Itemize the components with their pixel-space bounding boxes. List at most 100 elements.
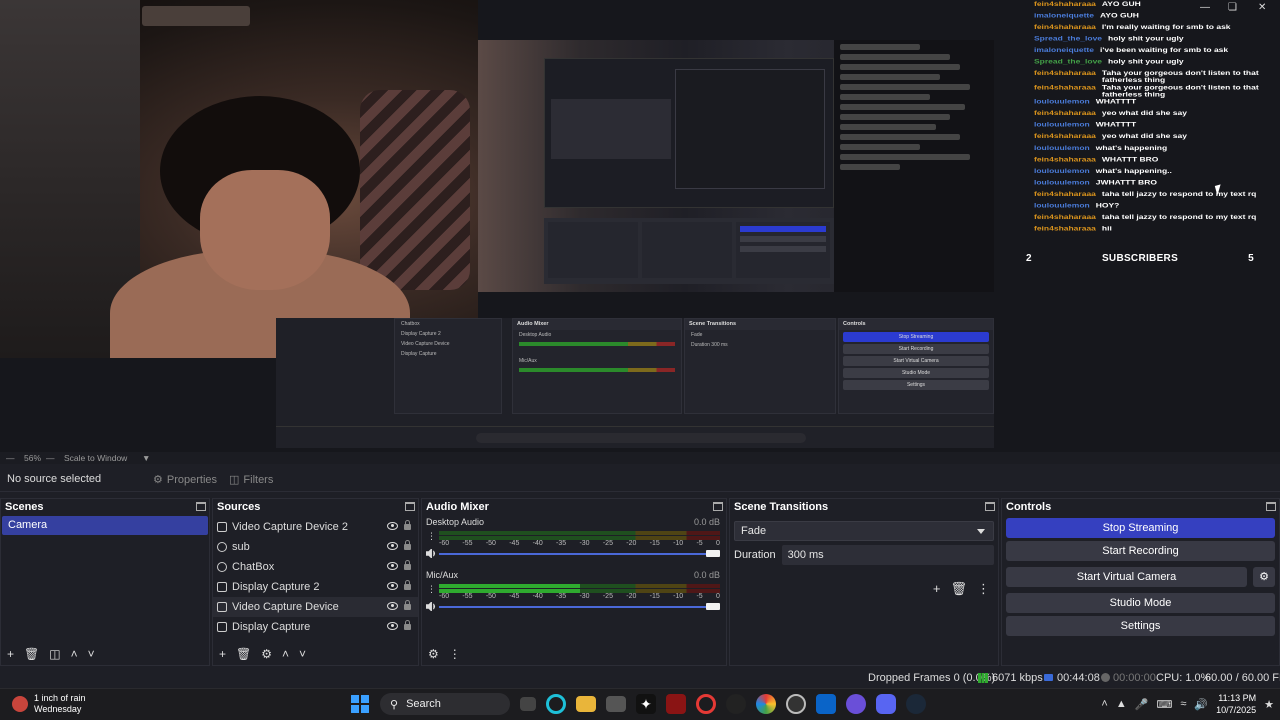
visibility-eye-icon[interactable] (387, 542, 398, 550)
capcut-icon[interactable]: ✦ (636, 694, 656, 714)
weather-widget[interactable]: 1 inch of rain Wednesday (12, 693, 86, 715)
volume-icon[interactable]: 🔊 (1194, 698, 1208, 711)
chat-text: i've been waiting for smb to ask (1099, 46, 1229, 54)
visibility-eye-icon[interactable] (387, 622, 398, 630)
chat-text: holy shit your ugly (1108, 57, 1184, 65)
visibility-eye-icon[interactable] (387, 582, 398, 590)
discord-icon[interactable] (876, 694, 896, 714)
close-icon[interactable]: ✕ (1258, 2, 1266, 13)
add-scene-icon[interactable]: + (7, 647, 14, 661)
source-item[interactable]: Video Capture Device 2 (213, 517, 418, 537)
undock-icon[interactable] (196, 502, 206, 511)
mixer-settings-icon[interactable]: ⚙ (428, 647, 439, 661)
start-recording-button[interactable]: Start Recording (1006, 541, 1275, 561)
chat-username: fein4shaharaaa (1034, 109, 1096, 117)
channel-menu-icon[interactable]: ⋮ (427, 531, 436, 542)
zoom-dropdown-icon[interactable]: ▼ (142, 452, 150, 464)
stop-streaming-button[interactable]: Stop Streaming (1006, 518, 1275, 538)
teams-icon[interactable] (846, 694, 866, 714)
restore-icon[interactable]: ❏ (1228, 2, 1237, 13)
source-item[interactable]: sub (213, 537, 418, 557)
add-source-icon[interactable]: + (219, 647, 226, 661)
microphone-icon[interactable]: 🎤 (1135, 698, 1149, 711)
visibility-eye-icon[interactable] (387, 562, 398, 570)
app-dark-icon[interactable] (726, 694, 746, 714)
lock-icon[interactable] (404, 560, 411, 570)
opera-icon[interactable] (696, 694, 716, 714)
zoom-minus-icon[interactable]: — (6, 452, 15, 464)
zoom-plus-icon[interactable]: — (46, 452, 55, 464)
move-down-icon[interactable]: ˅ (88, 647, 95, 661)
chevron-up-icon[interactable]: ˄ (1101, 698, 1107, 710)
undock-icon[interactable] (1266, 502, 1276, 511)
move-up-icon[interactable]: ˄ (71, 647, 78, 661)
meter-tick-label: -15 (649, 540, 660, 547)
file-explorer-icon[interactable] (576, 696, 596, 712)
obs-icon[interactable] (786, 694, 806, 714)
source-properties-icon[interactable]: ⚙ (261, 647, 272, 661)
transition-menu-icon[interactable]: ⋮ (977, 581, 990, 597)
notification-icon[interactable]: ★ (1264, 698, 1274, 711)
chat-username: loulouulemon (1034, 120, 1090, 129)
filters-button[interactable]: ◫ Filters (222, 471, 280, 489)
volume-slider[interactable] (439, 550, 720, 557)
virtual-camera-settings-icon[interactable]: ⚙ (1253, 567, 1275, 587)
speaker-icon[interactable] (426, 549, 437, 558)
undock-icon[interactable] (405, 502, 415, 511)
undock-icon[interactable] (713, 502, 723, 511)
chat-text: WHATTTT (1095, 120, 1137, 129)
channel-menu-icon[interactable]: ⋮ (427, 584, 436, 595)
keyboard-icon[interactable]: ⌨ (1156, 698, 1172, 711)
source-item[interactable]: Video Capture Device (213, 597, 418, 617)
store-icon[interactable] (606, 696, 626, 712)
move-up-icon[interactable]: ˄ (282, 647, 289, 661)
visibility-eye-icon[interactable] (387, 602, 398, 610)
transition-select[interactable]: Fade (734, 521, 994, 541)
chrome-icon[interactable] (756, 694, 776, 714)
taskbar-search[interactable]: ⚲ Search (380, 693, 510, 715)
task-view-icon[interactable] (520, 697, 536, 711)
remove-transition-icon[interactable]: 🗑 (950, 581, 967, 597)
start-virtual-camera-button[interactable]: Start Virtual Camera (1006, 567, 1247, 587)
studio-mode-button[interactable]: Studio Mode (1006, 593, 1275, 613)
speaker-icon[interactable] (426, 602, 437, 611)
duration-input[interactable]: 300 ms (781, 545, 994, 565)
lock-icon[interactable] (404, 620, 411, 630)
add-transition-icon[interactable]: + (933, 581, 941, 597)
preview-canvas[interactable]: Chatbox Display Capture 2 Video Capture De… (0, 0, 1280, 452)
source-name: Display Capture 2 (232, 581, 320, 593)
lock-icon[interactable] (404, 580, 411, 590)
steam-icon[interactable] (906, 694, 926, 714)
volume-slider[interactable] (439, 603, 720, 610)
remove-scene-icon[interactable]: 🗑 (24, 647, 39, 661)
browser-icon[interactable] (546, 694, 566, 714)
minimize-icon[interactable]: — (1200, 2, 1210, 13)
source-item[interactable]: Display Capture (213, 617, 418, 637)
tray-app-icon[interactable]: ▲ (1116, 698, 1127, 710)
undock-icon[interactable] (985, 502, 995, 511)
lock-icon[interactable] (404, 600, 411, 610)
properties-button[interactable]: ⚙ Properties (146, 471, 224, 489)
windows-start-icon[interactable] (350, 694, 370, 714)
mixer-menu-icon[interactable]: ⋮ (449, 647, 461, 661)
settings-button[interactable]: Settings (1006, 616, 1275, 636)
source-item[interactable]: Display Capture 2 (213, 577, 418, 597)
visibility-eye-icon[interactable] (387, 522, 398, 530)
move-down-icon[interactable]: ˅ (299, 647, 306, 661)
app-red-icon[interactable] (666, 694, 686, 714)
zoom-mode[interactable]: Scale to Window (64, 452, 127, 464)
scene-filters-icon[interactable]: ◫ (49, 647, 60, 661)
scene-item-camera[interactable]: Camera (2, 516, 208, 535)
monitor-icon (217, 622, 227, 632)
clock[interactable]: 11:13 PM 10/7/2025 (1216, 692, 1256, 716)
chat-text: yeo what did she say (1101, 132, 1187, 140)
wifi-icon[interactable]: ≈ (1180, 698, 1186, 710)
remove-source-icon[interactable]: 🗑 (236, 647, 251, 661)
channel-name: Mic/Aux (426, 570, 459, 580)
subscriber-count-right: 5 (1248, 252, 1254, 264)
source-item[interactable]: ChatBox (213, 557, 418, 577)
chat-text: AYO GUH (1099, 11, 1139, 19)
outlook-icon[interactable] (816, 694, 836, 714)
lock-icon[interactable] (404, 520, 411, 530)
lock-icon[interactable] (404, 540, 411, 550)
